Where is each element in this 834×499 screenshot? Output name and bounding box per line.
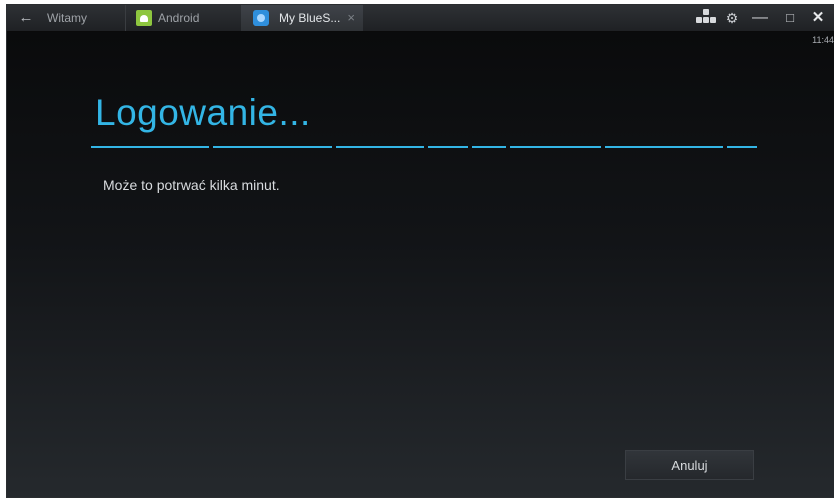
android-screen: 11:44 Logowanie... Może to potrwać kilka… (7, 32, 834, 497)
app-window: ← Witamy Android My BlueS... × ⚙ — □ ✕ 1… (7, 5, 834, 497)
close-window-icon[interactable]: ✕ (808, 5, 828, 31)
status-message: Może to potrwać kilka minut. (103, 177, 280, 193)
settings-gear-icon[interactable]: ⚙ (722, 5, 742, 31)
tab-my-bluestacks[interactable]: My BlueS... × (241, 5, 363, 31)
maximize-icon[interactable]: □ (780, 5, 800, 31)
tab-bar: ← Witamy Android My BlueS... × ⚙ — □ ✕ (7, 5, 834, 32)
tab-android-label: Android (158, 11, 200, 25)
keyboard-layout-icon[interactable] (695, 9, 717, 27)
close-tab-icon[interactable]: × (347, 5, 355, 31)
status-clock: 11:44 (812, 35, 834, 45)
cancel-button[interactable]: Anuluj (625, 450, 754, 480)
tab-welcome[interactable]: Witamy (37, 5, 123, 31)
bluestacks-icon (253, 10, 269, 26)
tab-my-bluestacks-label: My BlueS... (279, 11, 341, 25)
title-divider (91, 146, 757, 149)
back-arrow-icon[interactable]: ← (17, 9, 35, 27)
minimize-icon[interactable]: — (750, 5, 770, 31)
android-icon (136, 10, 152, 26)
tab-android[interactable]: Android (125, 5, 237, 31)
tab-welcome-label: Witamy (47, 11, 87, 25)
page-title: Logowanie... (95, 92, 311, 133)
